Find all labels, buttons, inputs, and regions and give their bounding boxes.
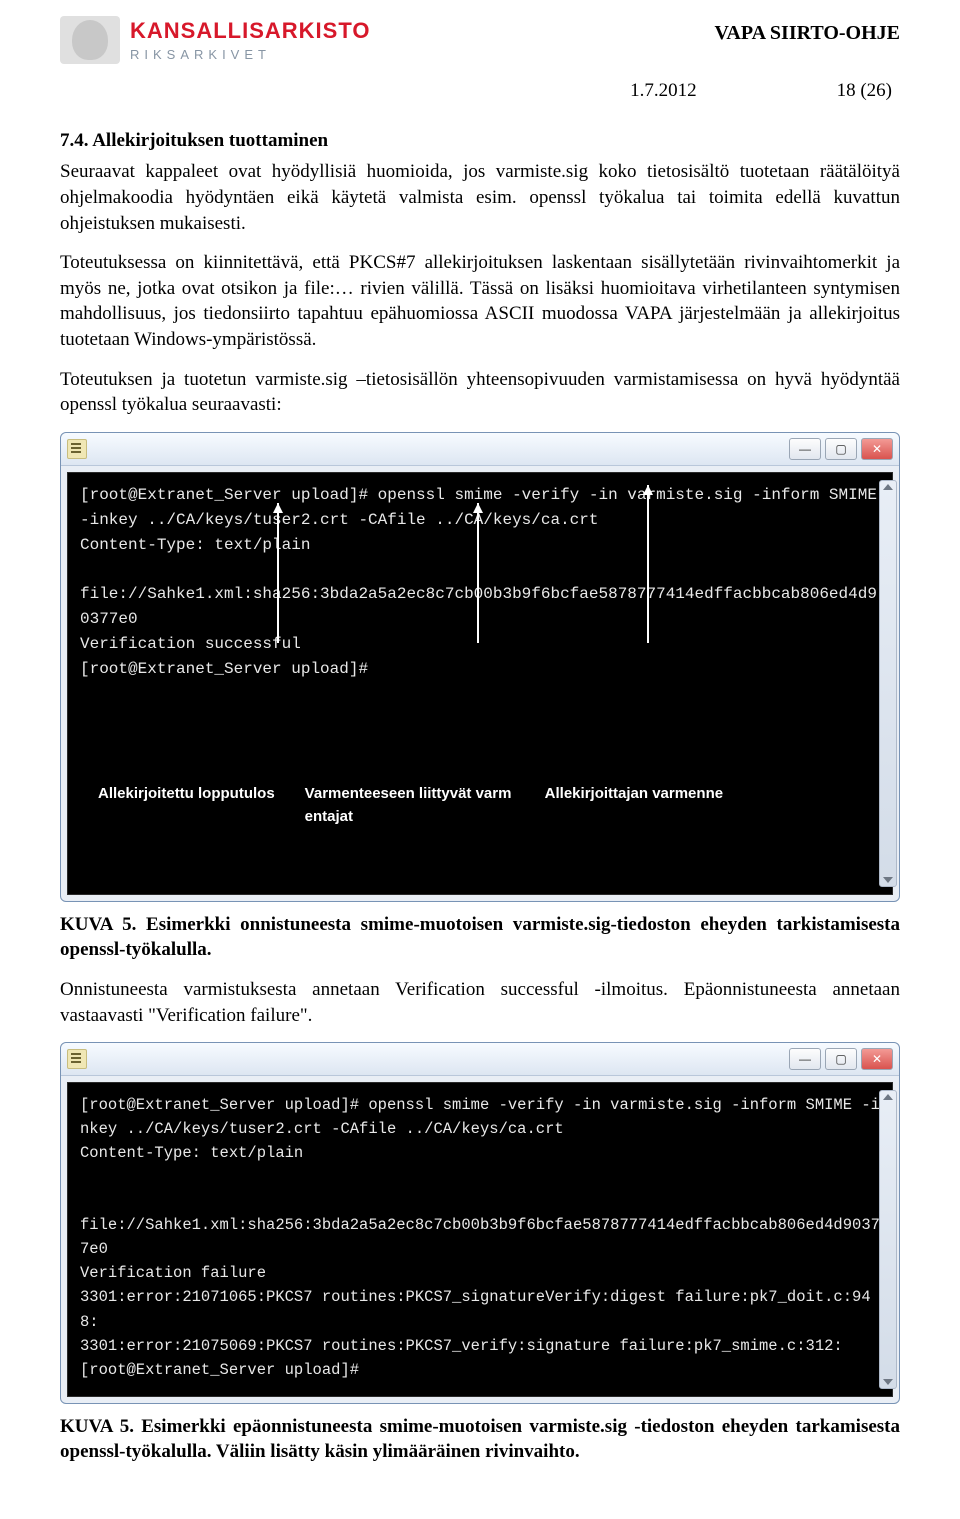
annotation-arrow-1 [268,503,288,653]
para-after-fig1: Onnistuneesta varmistuksesta annetaan Ve… [60,977,900,1028]
close-button[interactable]: ✕ [861,1048,893,1070]
para-1: Seuraavat kappaleet ovat hyödyllisiä huo… [60,159,900,236]
brand-sub: RIKSARKIVET [130,46,371,64]
scrollbar[interactable] [879,480,897,887]
scrollbar[interactable] [879,1090,897,1388]
annotation-arrow-2 [468,503,488,653]
close-button[interactable]: ✕ [861,438,893,460]
annotation-label-3: Allekirjoittajan varmenne [545,782,723,829]
terminal-output-failure: [root@Extranet_Server upload]# openssl s… [67,1082,893,1396]
minimize-button[interactable]: — [789,438,821,460]
maximize-button[interactable]: ▢ [825,1048,857,1070]
titlebar: — ▢ ✕ [61,1043,899,1076]
section-heading: 7.4. Allekirjoituksen tuottaminen [60,128,900,154]
minimize-button[interactable]: — [789,1048,821,1070]
para-2: Toteutuksessa on kiinnitettävä, että PKC… [60,250,900,353]
annotation-label-1: Allekirjoitettu lopputulos [98,782,275,829]
figure-caption-1: KUVA 5. Esimerkki onnistuneesta smime-mu… [60,912,900,963]
seal-icon [60,16,120,64]
putty-icon [67,439,87,459]
doc-title: VAPA SIIRTO-OHJE [715,20,900,47]
titlebar: — ▢ ✕ [61,433,899,466]
brand-main: KANSALLISARKISTO [130,16,371,46]
terminal-output-success: [root@Extranet_Server upload]# openssl s… [67,472,893,895]
figure-caption-2: KUVA 5. Esimerkki epäonnistuneesta smime… [60,1414,900,1465]
logo-block: KANSALLISARKISTO RIKSARKIVET [60,16,371,64]
putty-icon [67,1049,87,1069]
doc-date: 1.7.2012 [630,78,697,104]
annotation-arrow-3 [638,485,658,653]
page-number: 18 (26) [837,78,892,104]
maximize-button[interactable]: ▢ [825,438,857,460]
annotation-label-2: Varmenteeseen liittyvät varmentajat [305,782,515,829]
terminal-window-failure: — ▢ ✕ [root@Extranet_Server upload]# ope… [60,1042,900,1403]
para-3: Toteutuksen ja tuotetun varmiste.sig –ti… [60,367,900,418]
terminal-window-success: — ▢ ✕ [root@Extranet_Server upload]# ope… [60,432,900,902]
